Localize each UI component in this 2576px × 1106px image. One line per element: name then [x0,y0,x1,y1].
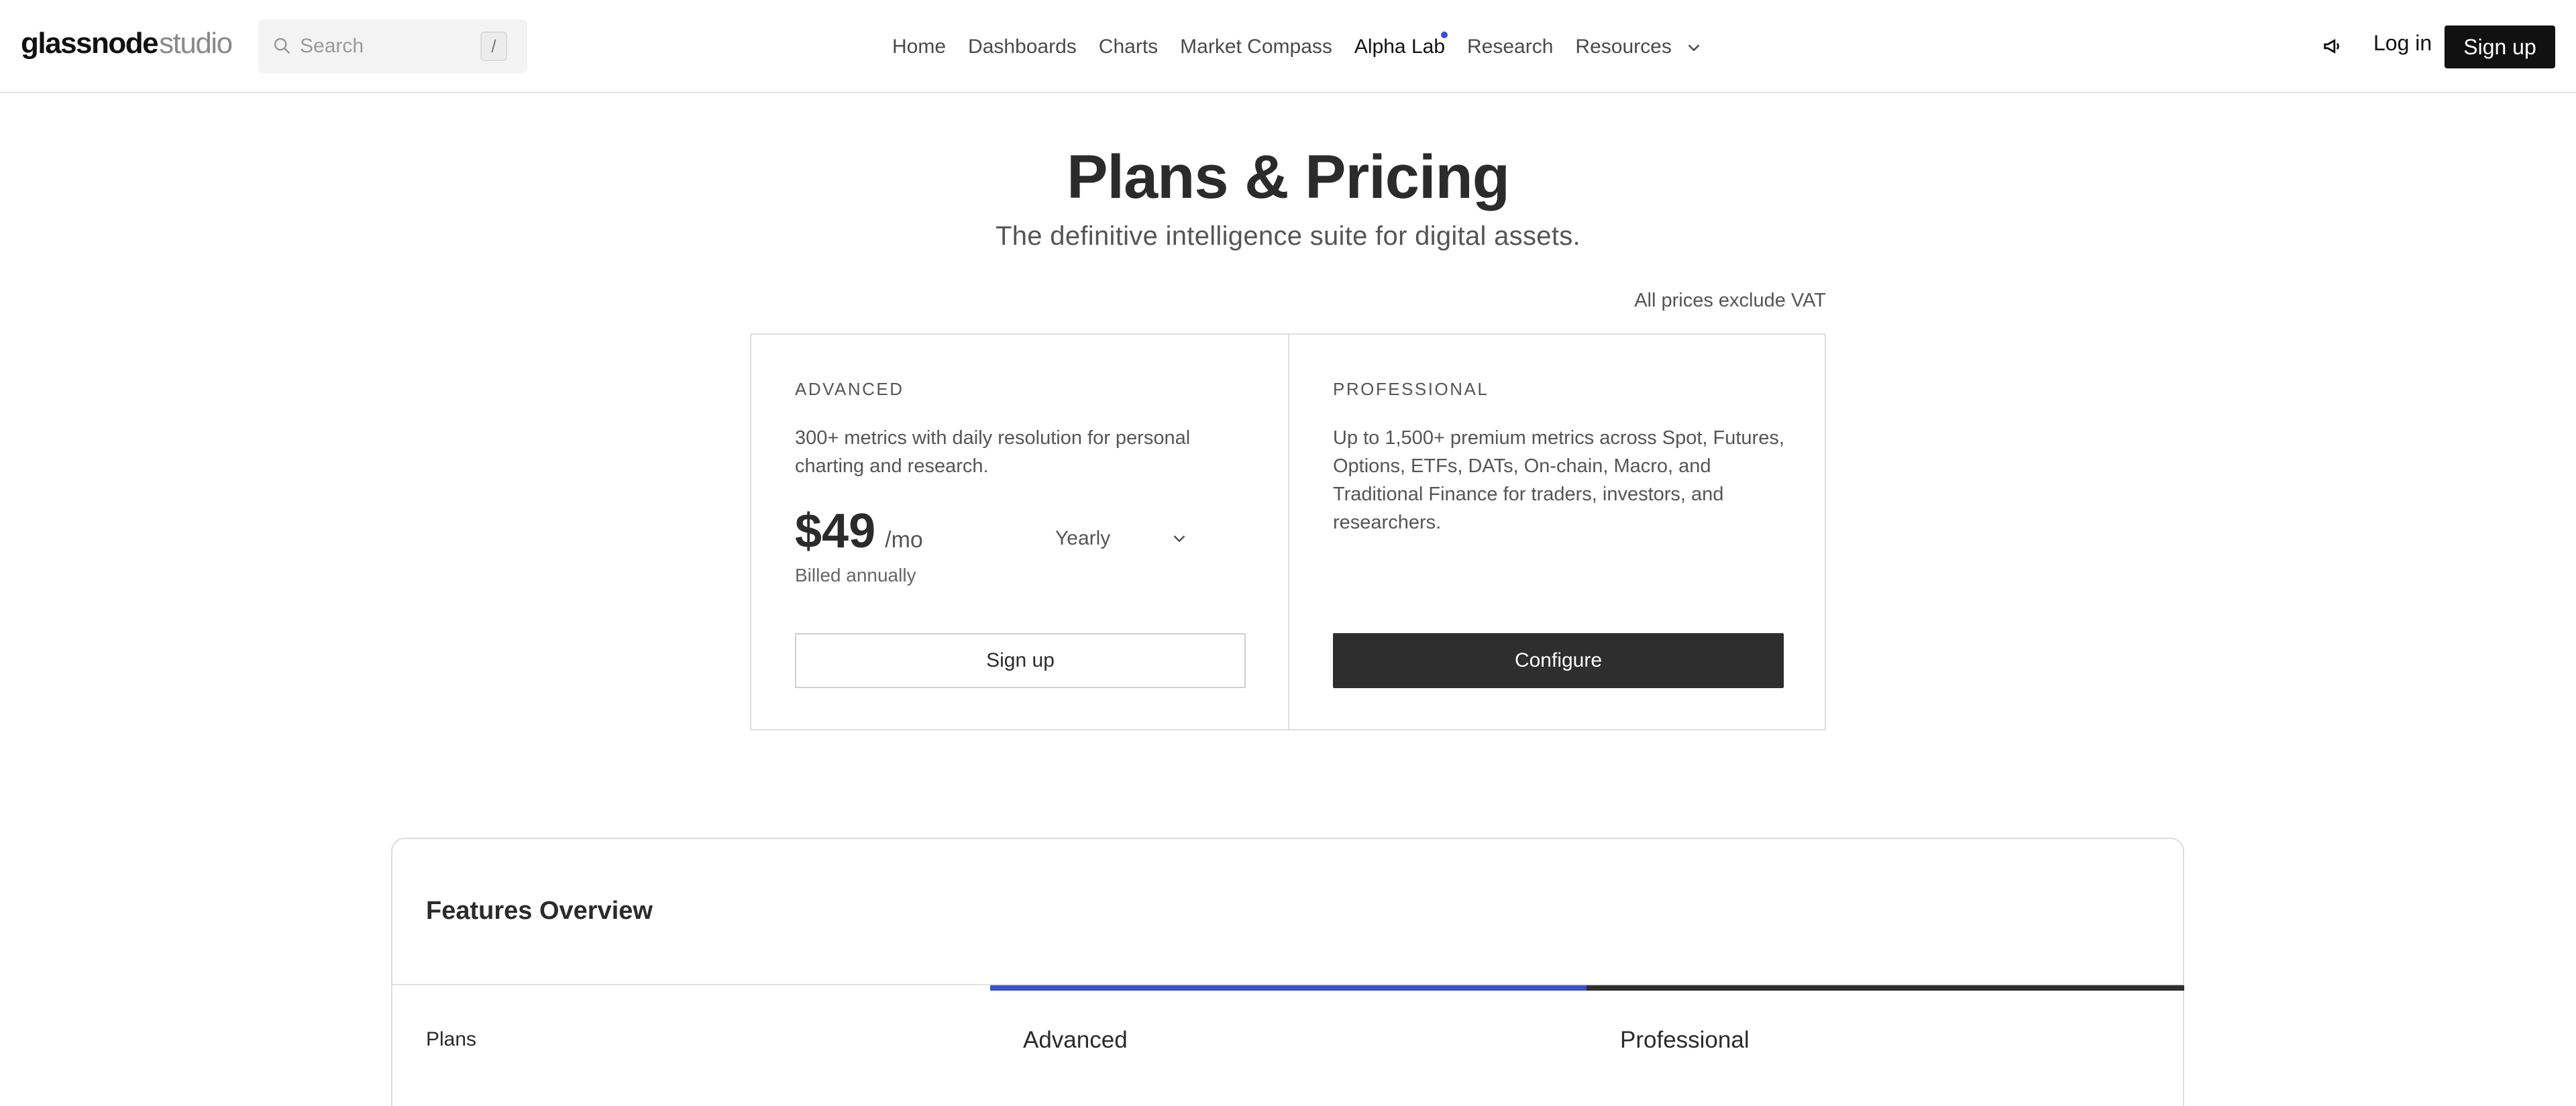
column-header-advanced: Advanced [1023,1027,1128,1053]
vat-note: All prices exclude VAT [1634,290,1826,311]
plan-description: 300+ metrics with daily resolution for p… [795,427,1191,477]
billing-period-value: Yearly [1055,527,1111,549]
plan-tier-label: PROFESSIONAL [1333,379,1489,399]
search-input[interactable] [300,32,461,61]
logo-sub-text: studio [159,27,233,60]
new-indicator-dot [1441,32,1448,38]
nav-alpha-lab-label: Alpha Lab [1354,36,1446,58]
price-amount: $49 [795,504,876,558]
signup-header-button[interactable]: Sign up [2445,25,2555,68]
nav-home[interactable]: Home [892,36,946,58]
page-subtitle: The definitive intelligence suite for di… [996,221,1580,251]
plans-row-label: Plans [426,1028,477,1050]
megaphone-icon[interactable] [2321,35,2344,58]
price-period: /mo [885,527,923,553]
page-title: Plans & Pricing [1067,143,1510,211]
nav-market-compass[interactable]: Market Compass [1180,36,1332,58]
glassnode-studio-logo[interactable]: glassnode studio [21,27,233,67]
nav-alpha-lab[interactable]: Alpha Lab [1354,32,1448,58]
plan-description: Up to 1,500+ premium metrics across Spot… [1333,427,1784,533]
logo-brand-text: glassnode [21,27,159,60]
nav-charts[interactable]: Charts [1099,36,1158,58]
nav-resources[interactable]: Resources [1575,36,1704,58]
features-title: Features Overview [426,897,653,925]
billed-note: Billed annually [795,565,916,586]
chevron-down-icon [1173,535,1185,543]
column-header-professional: Professional [1620,1027,1750,1053]
nav-resources-label: Resources [1575,36,1672,58]
login-button[interactable]: Log in [2373,31,2432,56]
professional-column-accent [1587,985,2184,991]
main-nav: Home Dashboards Charts Market Compass Al… [892,27,1726,67]
advanced-signup-button[interactable]: Sign up [795,633,1246,688]
nav-research[interactable]: Research [1467,36,1553,58]
nav-dashboards[interactable]: Dashboards [968,36,1077,58]
search-icon [274,38,290,54]
plan-card-professional: PROFESSIONAL Up to 1,500+ premium metric… [1288,335,1825,729]
plan-price: $49 /mo [795,504,923,559]
top-navigation-bar: glassnode studio / Home Dashboards Chart… [0,0,2576,93]
plan-card-advanced: ADVANCED 300+ metrics with daily resolut… [751,335,1288,729]
advanced-column-accent [990,985,1587,991]
plan-tier-label: ADVANCED [795,379,904,399]
plans-container: ADVANCED 300+ metrics with daily resolut… [750,333,1826,730]
features-overview: Features Overview Plans Advanced Profess… [391,838,2184,1106]
chevron-down-icon [1688,44,1700,52]
billing-period-select[interactable]: Yearly [1055,518,1189,559]
search-shortcut-key: / [480,32,507,61]
configure-button[interactable]: Configure [1333,633,1784,688]
search-box[interactable]: / [258,19,527,73]
